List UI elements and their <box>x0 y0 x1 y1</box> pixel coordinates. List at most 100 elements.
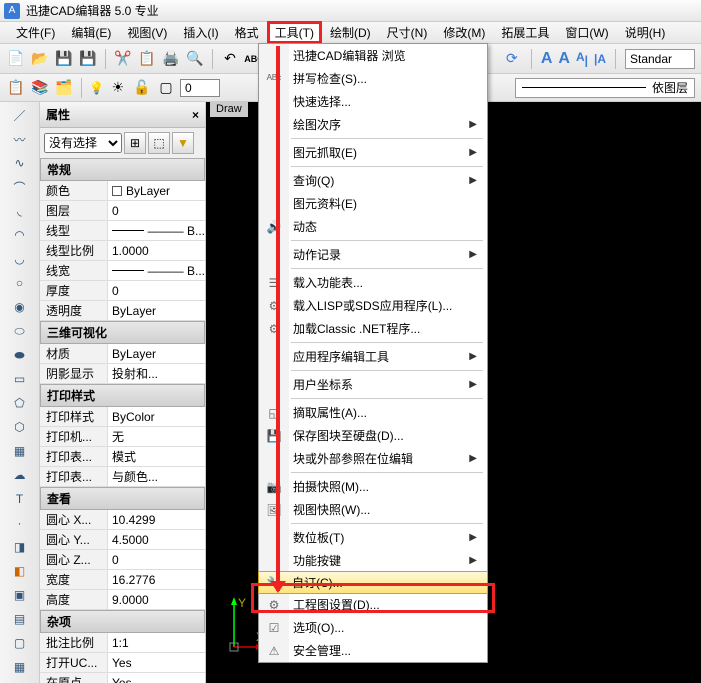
new-icon[interactable]: 📄 <box>6 49 26 69</box>
layers-icon[interactable]: 📚 <box>30 78 50 98</box>
prop-value[interactable]: 模式 <box>108 447 205 466</box>
prop-value[interactable]: 1.0000 <box>108 241 205 260</box>
open-icon[interactable]: 📂 <box>30 49 50 69</box>
prop-row[interactable]: 圆心 X...10.4299 <box>40 510 205 530</box>
prop-row[interactable]: 阴影显示投射和... <box>40 364 205 384</box>
menu-item[interactable]: 🔊动态 <box>259 215 487 238</box>
menu-item[interactable]: 绘图次序▶ <box>259 113 487 136</box>
spline-icon[interactable]: ∿ <box>9 154 31 172</box>
menu-item[interactable]: ◱摘取属性(A)... <box>259 401 487 424</box>
arc4-icon[interactable]: ◡ <box>9 250 31 268</box>
prop-row[interactable]: 厚度0 <box>40 281 205 301</box>
menu-modify[interactable]: 修改(M) <box>435 22 493 43</box>
menu-item[interactable]: 快速选择... <box>259 90 487 113</box>
prop-row[interactable]: 线型——— B... <box>40 221 205 241</box>
menu-extend[interactable]: 拓展工具 <box>493 22 557 43</box>
prop-value[interactable]: 与颜色... <box>108 467 205 486</box>
text-a1-icon[interactable]: A <box>541 50 553 68</box>
prop-value[interactable]: ByLayer <box>108 181 205 200</box>
arc2-icon[interactable]: ◟ <box>9 202 31 220</box>
menu-item[interactable]: ⚙工程图设置(D)... <box>259 593 487 616</box>
menu-item[interactable]: 用户坐标系▶ <box>259 373 487 396</box>
prop-value[interactable]: ByLayer <box>108 344 205 363</box>
text-dim-icon[interactable]: A| <box>576 50 588 67</box>
sun-icon[interactable]: ☀ <box>108 78 128 98</box>
prop-btn-select[interactable]: ⬚ <box>148 132 170 154</box>
prop-btn-filter[interactable]: ▼ <box>172 132 194 154</box>
prop-value[interactable]: ByLayer <box>108 301 205 320</box>
menu-item[interactable]: 查询(Q)▶ <box>259 169 487 192</box>
menu-item[interactable]: 🖼视图快照(W)... <box>259 498 487 521</box>
text-icon[interactable]: T <box>9 490 31 508</box>
layer-icon[interactable]: 📋 <box>6 78 26 98</box>
arc3-icon[interactable]: ◠ <box>9 226 31 244</box>
prop-group-header[interactable]: 查看 <box>40 487 205 510</box>
copy-icon[interactable]: 📋 <box>137 49 157 69</box>
menu-item[interactable]: 📷拍摄快照(M)... <box>259 475 487 498</box>
menu-item[interactable]: ᴬᴮᶜ拼写检查(S)... <box>259 67 487 90</box>
prop-value[interactable]: 无 <box>108 427 205 446</box>
color-icon[interactable]: ◧ <box>9 562 31 580</box>
print-icon[interactable]: 🖨️ <box>161 49 181 69</box>
hex-icon[interactable]: ⬡ <box>9 418 31 436</box>
hatch-icon[interactable]: ▦ <box>9 442 31 460</box>
menu-item[interactable]: 块或外部参照在位编辑▶ <box>259 447 487 470</box>
prop-row[interactable]: 颜色ByLayer <box>40 181 205 201</box>
menu-item[interactable]: 图元抓取(E)▶ <box>259 141 487 164</box>
lightbulb-icon[interactable]: 💡 <box>89 81 104 95</box>
menu-item[interactable]: 图元资料(E) <box>259 192 487 215</box>
layerstate-icon[interactable]: 🗂️ <box>54 78 74 98</box>
menu-help[interactable]: 说明(H) <box>617 22 674 43</box>
table-icon[interactable]: ▦ <box>9 658 31 676</box>
menu-dimension[interactable]: 尺寸(N) <box>379 22 436 43</box>
prop-group-header[interactable]: 三维可视化 <box>40 321 205 344</box>
menu-item[interactable]: 💾保存图块至硬盘(D)... <box>259 424 487 447</box>
font-combo[interactable]: Standar <box>625 49 695 69</box>
menu-window[interactable]: 窗口(W) <box>557 22 616 43</box>
prop-value[interactable]: 4.5000 <box>108 530 205 549</box>
cut-icon[interactable]: ✂️ <box>113 49 133 69</box>
prop-value[interactable]: 16.2776 <box>108 570 205 589</box>
prop-row[interactable]: 宽度16.2776 <box>40 570 205 590</box>
menu-view[interactable]: 视图(V) <box>119 22 175 43</box>
polygon-icon[interactable]: ⬠ <box>9 394 31 412</box>
prop-group-header[interactable]: 打印样式 <box>40 384 205 407</box>
prop-row[interactable]: 打印表...与颜色... <box>40 467 205 487</box>
prop-value[interactable]: ByColor <box>108 407 205 426</box>
cloud-icon[interactable]: ☁ <box>9 466 31 484</box>
model-tab[interactable]: Draw <box>210 101 248 117</box>
arc-icon[interactable]: ⌒ <box>9 178 31 196</box>
prop-value[interactable]: 1:1 <box>108 633 205 652</box>
prop-row[interactable]: 材质ByLayer <box>40 344 205 364</box>
menu-item[interactable]: ⚠安全管理... <box>259 639 487 662</box>
prop-value[interactable]: 0 <box>108 281 205 300</box>
menu-item[interactable]: 动作记录▶ <box>259 243 487 266</box>
prop-value[interactable]: 10.4299 <box>108 510 205 529</box>
prop-row[interactable]: 批注比例1:1 <box>40 633 205 653</box>
lock-icon[interactable]: 🔓 <box>132 78 152 98</box>
menu-item[interactable]: ☰载入功能表... <box>259 271 487 294</box>
prop-value[interactable]: 9.0000 <box>108 590 205 609</box>
prop-row[interactable]: 透明度ByLayer <box>40 301 205 321</box>
close-icon[interactable]: × <box>192 108 199 122</box>
saveall-icon[interactable]: 💾 <box>78 49 98 69</box>
block2-icon[interactable]: ▤ <box>9 610 31 628</box>
text-a2-icon[interactable]: A <box>558 50 570 68</box>
prop-row[interactable]: 打印机...无 <box>40 427 205 447</box>
region-icon[interactable]: ▢ <box>9 634 31 652</box>
prop-value[interactable]: 投射和... <box>108 364 205 383</box>
wipe-icon[interactable]: ◨ <box>9 538 31 556</box>
prop-row[interactable]: 在原点...Yes <box>40 673 205 683</box>
prop-value[interactable]: Yes <box>108 653 205 672</box>
menu-item[interactable]: 数位板(T)▶ <box>259 526 487 549</box>
menu-edit[interactable]: 编辑(E) <box>63 22 119 43</box>
layer-linetype-combo[interactable]: 依图层 <box>515 78 695 98</box>
line-icon[interactable]: ／ <box>9 106 31 124</box>
rect-icon[interactable]: ▢ <box>156 78 176 98</box>
menu-item[interactable]: 功能按键▶ <box>259 549 487 572</box>
ellipse2-icon[interactable]: ⬬ <box>9 346 31 364</box>
polyline-icon[interactable]: 〰 <box>9 130 31 148</box>
menu-item[interactable]: ⚙载入LISP或SDS应用程序(L)... <box>259 294 487 317</box>
point-icon[interactable]: · <box>9 514 31 532</box>
text-a3-icon[interactable]: |A <box>594 52 606 66</box>
